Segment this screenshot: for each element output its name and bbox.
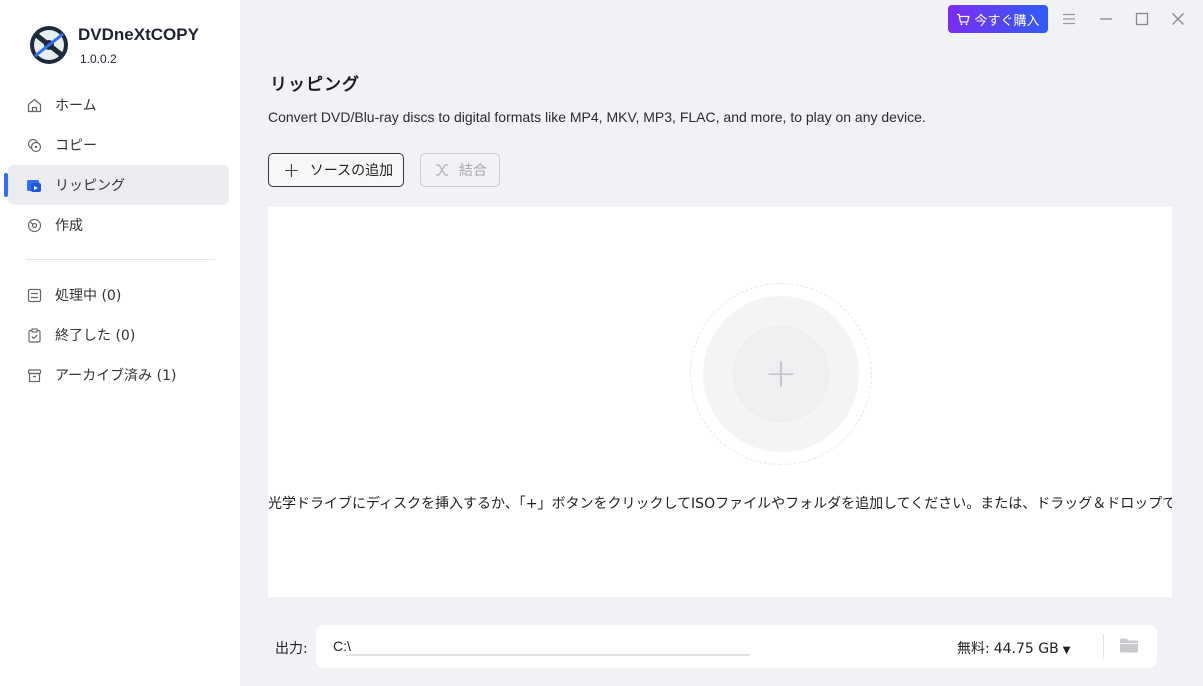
output-path-box[interactable]: C:\ 無料: 44.75 GB ▼ [316, 625, 1157, 668]
nav-label: ホーム [55, 98, 97, 114]
title-bar: 今すぐ購入 [240, 0, 1203, 40]
create-icon [26, 217, 42, 233]
close-icon[interactable] [1169, 10, 1187, 28]
nav-label: 処理中 (0) [55, 288, 122, 304]
page-description: Convert DVD/Blu-ray discs to digital for… [268, 109, 926, 125]
plus-icon: + [283, 158, 300, 182]
free-space[interactable]: 無料: 44.75 GB ▼ [957, 638, 1070, 658]
sidebar: DVDneXtCOPY 1.0.0.2 ホーム コピー リッピング 作成 処理中… [0, 0, 240, 686]
nav-item-create[interactable]: 作成 [8, 205, 229, 245]
nav-label: 終了した (0) [55, 328, 136, 344]
main-nav: ホーム コピー リッピング 作成 [4, 85, 229, 245]
merge-label: 結合 [459, 163, 487, 179]
finished-icon [26, 327, 42, 343]
nav-item-ripping[interactable]: リッピング [4, 165, 229, 205]
brand: DVDneXtCOPY 1.0.0.2 [28, 24, 199, 66]
buy-now-button[interactable]: 今すぐ購入 [948, 5, 1048, 33]
merge-button[interactable]: 結合 [420, 153, 500, 187]
nav-divider [26, 259, 215, 260]
add-file-circle[interactable]: + [690, 283, 872, 465]
menu-icon[interactable] [1060, 10, 1078, 28]
maximize-icon[interactable] [1133, 10, 1151, 28]
drop-zone[interactable]: + 光学ドライブにディスクを挿入するか、「+」ボタンをクリックしてISOファイル… [268, 207, 1172, 597]
copy-icon [26, 137, 42, 153]
folder-icon[interactable] [1119, 637, 1139, 658]
archive-icon [26, 367, 42, 383]
output-separator [1103, 634, 1104, 659]
cart-icon [957, 13, 971, 25]
nav-item-processing[interactable]: 処理中 (0) [8, 275, 229, 315]
drop-hint-text: 光学ドライブにディスクを挿入するか、「+」ボタンをクリックしてISOファイルやフ… [268, 496, 1172, 512]
add-source-label: ソースの追加 [309, 163, 394, 179]
processing-icon [26, 287, 42, 303]
page-title: リッピング [270, 75, 360, 95]
nav-item-finished[interactable]: 終了した (0) [8, 315, 229, 355]
minimize-icon[interactable] [1097, 10, 1115, 28]
nav-item-copy[interactable]: コピー [8, 125, 229, 165]
main-panel: リッピング Convert DVD/Blu-ray discs to digit… [240, 40, 1203, 686]
nav-item-home[interactable]: ホーム [8, 85, 229, 125]
app-name: DVDneXtCOPY [78, 25, 199, 44]
free-space-label: 無料: [957, 641, 990, 657]
app-version: 1.0.0.2 [80, 52, 117, 66]
nav-label: リッピング [55, 178, 125, 194]
nav-item-archive[interactable]: アーカイブ済み (1) [8, 355, 229, 395]
buy-now-label: 今すぐ購入 [974, 13, 1040, 29]
dropdown-caret-icon: ▼ [1062, 645, 1071, 656]
add-source-button[interactable]: + ソースの追加 [268, 153, 404, 187]
ripping-icon [26, 177, 42, 193]
home-icon [26, 97, 42, 113]
nav-label: 作成 [55, 218, 83, 234]
output-path: C:\ [333, 638, 351, 654]
task-nav: 処理中 (0) 終了した (0) アーカイブ済み (1) [8, 275, 229, 395]
nav-label: アーカイブ済み (1) [55, 368, 177, 384]
nav-label: コピー [55, 138, 97, 154]
add-plus-icon: + [764, 351, 798, 397]
app-logo-icon [30, 26, 68, 64]
free-space-value: 44.75 GB [993, 641, 1059, 657]
merge-icon [436, 164, 448, 176]
output-path-underline [346, 654, 750, 656]
